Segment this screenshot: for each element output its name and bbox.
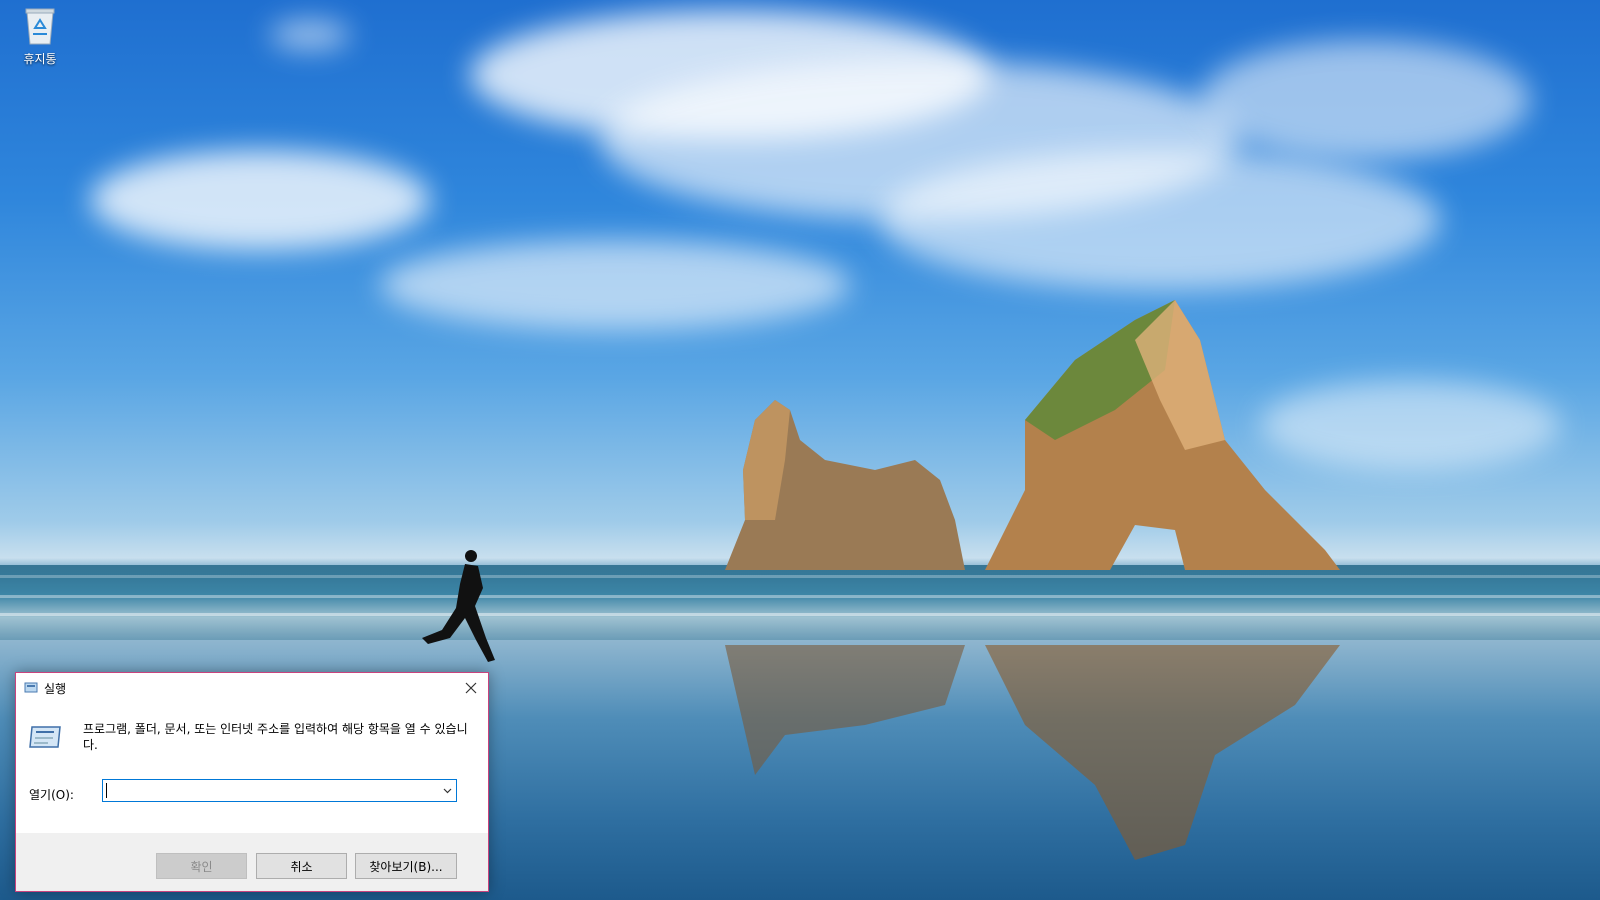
run-icon xyxy=(29,726,61,748)
title-bar[interactable]: 실행 xyxy=(16,673,488,703)
chevron-down-icon xyxy=(443,788,451,793)
runner-silhouette xyxy=(422,550,495,662)
close-button[interactable] xyxy=(454,673,488,703)
run-dialog: 실행 프로그램, 폴더, 문서, 또는 인터넷 주소를 입력하여 해당 항목을 … xyxy=(15,672,489,892)
open-combobox[interactable] xyxy=(102,779,457,802)
sea xyxy=(0,565,1600,640)
dialog-description: 프로그램, 폴더, 문서, 또는 인터넷 주소를 입력하여 해당 항목을 열 수… xyxy=(83,722,468,752)
close-icon xyxy=(465,682,477,694)
dropdown-button[interactable] xyxy=(438,780,456,801)
recycle-bin-label: 휴지통 xyxy=(23,52,57,66)
desktop: 휴지통 실행 프로그램, 폴더, 문서, 또는 인터넷 주소를 입력하여 해당 … xyxy=(0,0,1600,900)
button-bar: 확인 취소 찾아보기(B)... xyxy=(16,833,488,891)
recycle-bin-icon xyxy=(23,6,57,46)
ok-button[interactable]: 확인 xyxy=(156,853,247,879)
cancel-button[interactable]: 취소 xyxy=(256,853,347,879)
rock-formation-left xyxy=(725,400,965,570)
text-caret xyxy=(106,783,107,798)
cloud xyxy=(90,150,430,250)
recycle-bin-desktop-icon[interactable]: 휴지통 xyxy=(14,6,66,67)
run-app-icon xyxy=(24,682,38,693)
dialog-body: 프로그램, 폴더, 문서, 또는 인터넷 주소를 입력하여 해당 항목을 열 수… xyxy=(16,703,488,831)
cloud xyxy=(270,20,350,50)
browse-button[interactable]: 찾아보기(B)... xyxy=(355,853,457,879)
dialog-title: 실행 xyxy=(44,682,67,696)
open-input[interactable] xyxy=(105,781,434,800)
rock-reflection xyxy=(725,645,1340,860)
open-label: 열기(O): xyxy=(29,788,74,802)
cloud xyxy=(880,150,1440,290)
cloud xyxy=(1200,40,1530,160)
rock-formation-right xyxy=(985,300,1340,570)
cloud xyxy=(380,240,850,330)
